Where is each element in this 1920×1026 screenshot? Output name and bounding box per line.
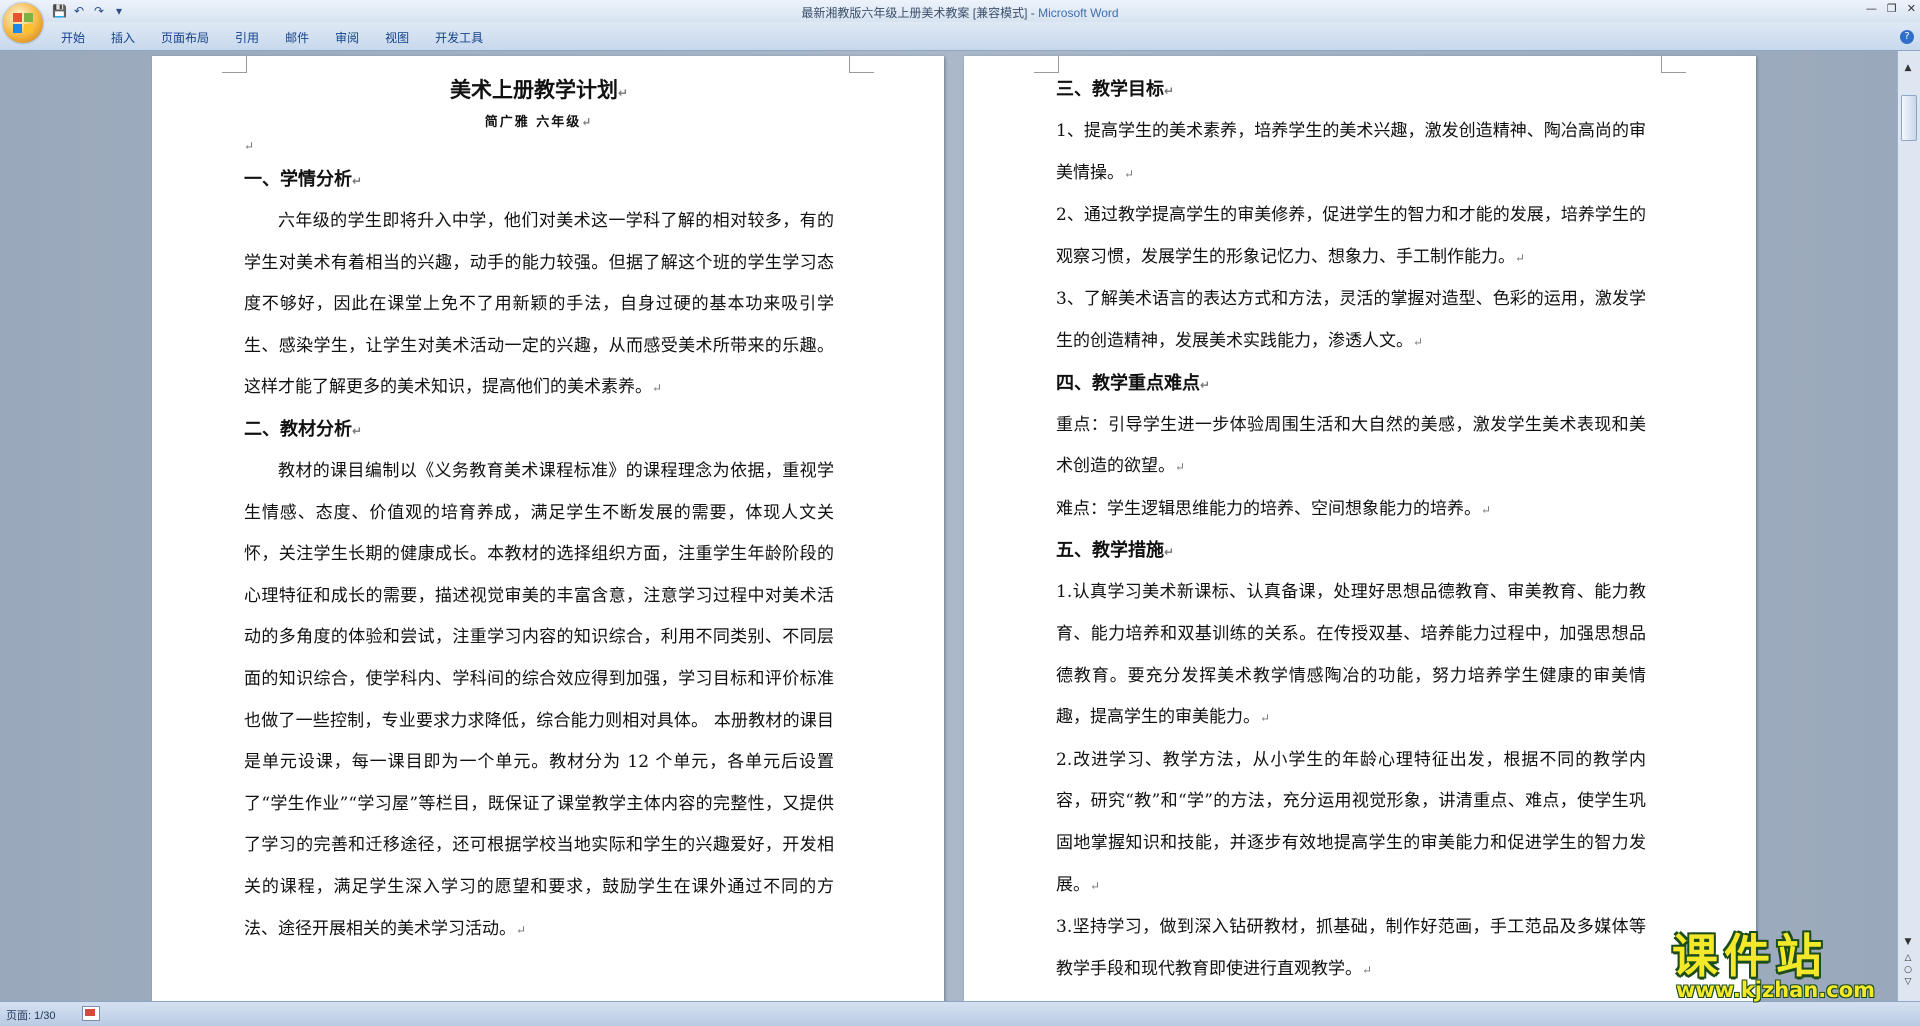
page-1-content: 美术上册教学计划↵ 简广雅 六年级↵ ↵ 一、学情分析↵ 六年级的学生即将升入中… bbox=[244, 70, 834, 951]
body-paragraph: 3、了解美术语言的表达方式和方法，灵活的掌握对造型、色彩的运用，激发学生的创造精… bbox=[1056, 289, 1646, 351]
body-paragraph: 教材的课目编制以《义务教育美术课程标准》的课程理念为依据，重视学生情感、态度、价… bbox=[244, 460, 834, 939]
office-logo-icon bbox=[13, 13, 33, 33]
document-author-line: 简广雅 六年级↵ bbox=[484, 115, 594, 130]
section-heading: 一、学情分析↵ bbox=[244, 169, 363, 190]
section-heading: 三、教学目标↵ bbox=[1056, 79, 1175, 100]
tab-home[interactable]: 开始 bbox=[48, 30, 98, 46]
close-icon[interactable]: ✕ bbox=[1907, 2, 1916, 15]
ribbon: 开始 插入 页面布局 引用 邮件 审阅 视图 开发工具 ? bbox=[0, 22, 1920, 51]
office-button[interactable] bbox=[3, 3, 43, 43]
tab-view[interactable]: 视图 bbox=[372, 30, 422, 46]
tab-review[interactable]: 审阅 bbox=[322, 30, 372, 46]
ribbon-tabs: 开始 插入 页面布局 引用 邮件 审阅 视图 开发工具 bbox=[48, 30, 496, 46]
page-1[interactable]: 美术上册教学计划↵ 简广雅 六年级↵ ↵ 一、学情分析↵ 六年级的学生即将升入中… bbox=[152, 56, 944, 1001]
restore-icon[interactable]: ❐ bbox=[1887, 2, 1897, 15]
minimize-icon[interactable]: — bbox=[1866, 2, 1877, 15]
body-paragraph: 2.改进学习、教学方法，从小学生的年龄心理特征出发，根据不同的教学内容，研究“教… bbox=[1056, 749, 1646, 895]
scroll-thumb[interactable] bbox=[1901, 95, 1917, 141]
body-paragraph: 1、提高学生的美术素养，培养学生的美术兴趣，激发创造精神、陶冶高尚的审美情操。↵ bbox=[1056, 121, 1646, 183]
body-paragraph: 2、通过教学提高学生的审美修养，促进学生的智力和才能的发展，培养学生的观察习惯，… bbox=[1056, 205, 1646, 267]
watermark-url: www.kjzhan.com bbox=[1676, 978, 1876, 1002]
body-paragraph: 3.坚持学习，做到深入钻研教材，抓基础，制作好范画，手工范品及多媒体等教学手段和… bbox=[1056, 917, 1646, 979]
vertical-scrollbar[interactable]: ▲ △ ○ ▽ ▼ bbox=[1897, 51, 1920, 1001]
tab-insert[interactable]: 插入 bbox=[98, 30, 148, 46]
page-2-content: 三、教学目标↵ 1、提高学生的美术素养，培养学生的美术兴趣，激发创造精神、陶冶高… bbox=[1056, 70, 1646, 991]
tab-references[interactable]: 引用 bbox=[222, 30, 272, 46]
document-title: 最新湘教版六年级上册美术教案 [兼容模式] bbox=[801, 6, 1028, 20]
app-name: Microsoft Word bbox=[1038, 6, 1119, 20]
document-heading: 美术上册教学计划↵ bbox=[449, 78, 629, 102]
tab-mailings[interactable]: 邮件 bbox=[272, 30, 322, 46]
window-controls: — ❐ ✕ bbox=[1866, 2, 1916, 15]
tab-developer[interactable]: 开发工具 bbox=[422, 30, 496, 46]
section-heading: 二、教材分析↵ bbox=[244, 418, 363, 440]
body-paragraph: 难点：学生逻辑思维能力的培养、空间想象能力的培养。↵ bbox=[1056, 498, 1492, 519]
page-2[interactable]: 三、教学目标↵ 1、提高学生的美术素养，培养学生的美术兴趣，激发创造精神、陶冶高… bbox=[964, 56, 1756, 1001]
scroll-up-icon[interactable]: ▲ bbox=[1901, 63, 1915, 77]
status-bar: 页面: 1/30 bbox=[0, 1001, 1920, 1026]
margin-corner-mark bbox=[1661, 56, 1686, 73]
empty-paragraph: ↵ bbox=[244, 139, 255, 153]
tab-page-layout[interactable]: 页面布局 bbox=[148, 30, 222, 46]
page-count-status[interactable]: 页面: 1/30 bbox=[6, 1007, 56, 1023]
body-paragraph: 1.认真学习美术新课标、认真备课，处理好思想品德教育、审美教育、能力教育、能力培… bbox=[1056, 582, 1646, 728]
proofing-icon[interactable] bbox=[82, 1006, 100, 1021]
document-area[interactable]: 美术上册教学计划↵ 简广雅 六年级↵ ↵ 一、学情分析↵ 六年级的学生即将升入中… bbox=[0, 51, 1898, 1001]
window-title: 最新湘教版六年级上册美术教案 [兼容模式] - Microsoft Word bbox=[801, 6, 1119, 20]
margin-corner-mark bbox=[849, 56, 874, 73]
watermark-title: 课件站 bbox=[1672, 929, 1828, 983]
watermark-logo: 课件站 www.kjzhan.com bbox=[1668, 920, 1908, 1004]
section-heading: 五、教学措施↵ bbox=[1056, 540, 1175, 562]
section-heading: 四、教学重点难点↵ bbox=[1056, 372, 1211, 394]
title-bar: 💾 ↶ ↷ ▾ 最新湘教版六年级上册美术教案 [兼容模式] - Microsof… bbox=[0, 0, 1920, 22]
body-paragraph: 重点：引导学生进一步体验周围生活和大自然的美感，激发学生美术表现和美术创造的欲望… bbox=[1056, 414, 1646, 477]
help-icon[interactable]: ? bbox=[1900, 30, 1914, 44]
body-paragraph: 六年级的学生即将升入中学，他们对美术这一学科了解的相对较多，有的学生对美术有着相… bbox=[244, 211, 834, 398]
